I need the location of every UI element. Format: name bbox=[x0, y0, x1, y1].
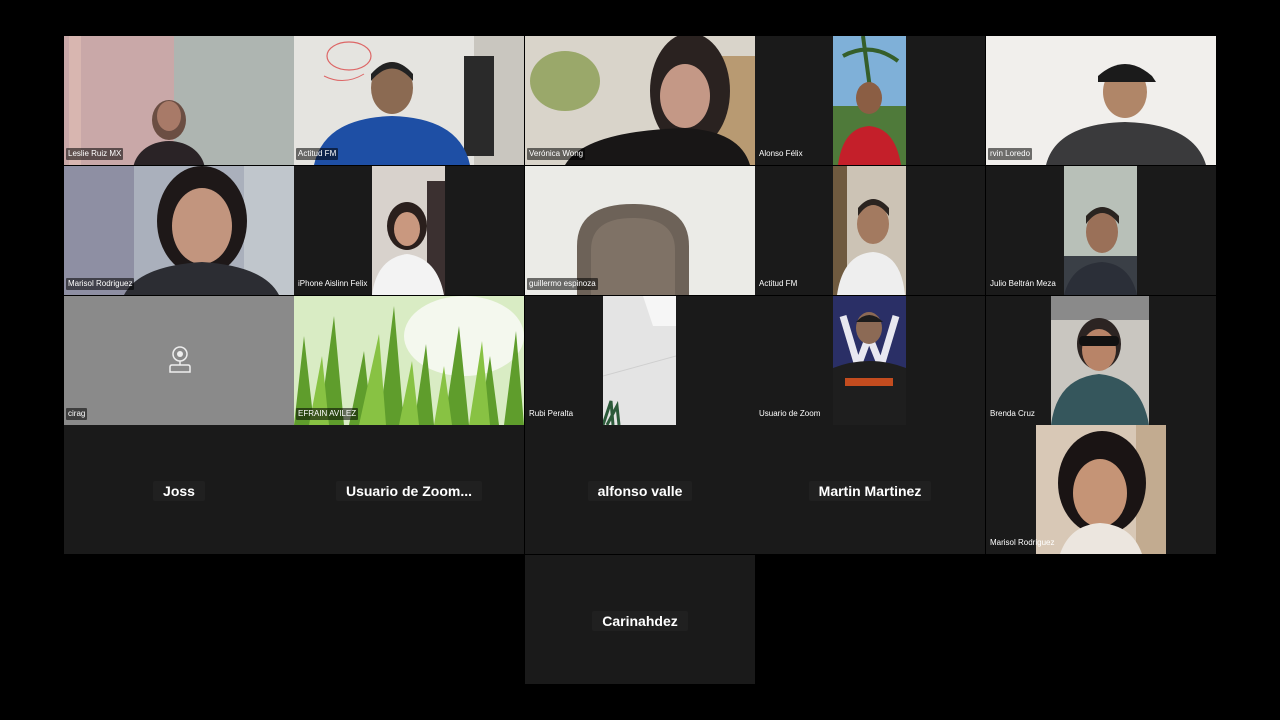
participant-name: Julio Beltrán Meza bbox=[990, 279, 1056, 288]
participant-tile[interactable]: Marisol Rodriguez bbox=[986, 425, 1216, 554]
participant-name: Usuario de Zoom bbox=[759, 409, 821, 418]
participant-name: cirag bbox=[66, 408, 88, 420]
participant-tile[interactable]: Rubi Peralta bbox=[525, 296, 755, 425]
participant-tile[interactable]: Martin Martinez bbox=[755, 425, 985, 554]
participant-video bbox=[986, 36, 1216, 165]
participant-display-name: alfonso valle bbox=[587, 481, 693, 501]
participant-name: Alonso Félix bbox=[759, 149, 803, 158]
participant-video bbox=[372, 166, 445, 295]
participant-tile[interactable]: Carinahdez bbox=[525, 555, 755, 684]
participant-name: Actitud FM bbox=[759, 279, 798, 288]
participant-name: rvin Loredo bbox=[988, 148, 1033, 160]
participant-name: Marisol Rodriguez bbox=[66, 278, 135, 290]
participant-video bbox=[525, 166, 755, 295]
participant-tile[interactable]: Usuario de Zoom... bbox=[294, 425, 524, 554]
participant-tile[interactable]: Leslie Ruiz MX bbox=[64, 36, 294, 165]
participant-video bbox=[64, 166, 294, 295]
participant-video bbox=[294, 296, 524, 425]
participant-name: EFRAIN AVILEZ bbox=[296, 408, 359, 420]
participant-video bbox=[833, 296, 906, 425]
participant-video bbox=[525, 36, 755, 165]
participant-display-name: Joss bbox=[153, 481, 205, 501]
participant-name: guillermo espinoza bbox=[527, 278, 598, 290]
participant-tile[interactable]: Marisol Rodriguez bbox=[64, 166, 294, 295]
participant-tile[interactable]: Joss bbox=[64, 425, 294, 554]
participant-tile[interactable]: Usuario de Zoom bbox=[755, 296, 985, 425]
participant-name: Marisol Rodriguez bbox=[990, 538, 1055, 547]
participant-tile[interactable]: Julio Beltrán Meza bbox=[986, 166, 1216, 295]
participant-video bbox=[294, 36, 524, 165]
participant-video bbox=[64, 36, 294, 165]
participant-name: Brenda Cruz bbox=[990, 409, 1035, 418]
participant-video bbox=[1036, 425, 1166, 554]
participant-tile[interactable]: cirag bbox=[64, 296, 294, 425]
participant-video bbox=[833, 36, 906, 165]
participant-tile[interactable]: Actitud FM bbox=[755, 166, 985, 295]
participant-display-name: Carinahdez bbox=[592, 611, 688, 631]
participant-name: Rubi Peralta bbox=[529, 409, 574, 418]
camera-off-icon bbox=[169, 346, 191, 373]
participant-video bbox=[833, 166, 906, 295]
participant-tile[interactable]: guillermo espinoza bbox=[525, 166, 755, 295]
participant-tile[interactable]: Actitud FM bbox=[294, 36, 524, 165]
participant-display-name: Martin Martinez bbox=[808, 481, 932, 501]
participant-tile[interactable]: alfonso valle bbox=[525, 425, 755, 554]
participant-video bbox=[1051, 296, 1149, 425]
participant-tile[interactable]: Alonso Félix bbox=[755, 36, 985, 165]
participant-tile[interactable]: Verónica Wong bbox=[525, 36, 755, 165]
participant-name: Actitud FM bbox=[296, 148, 339, 160]
participant-video bbox=[603, 296, 676, 425]
participant-tile[interactable]: Brenda Cruz bbox=[986, 296, 1216, 425]
participant-tile[interactable]: EFRAIN AVILEZ bbox=[294, 296, 524, 425]
participant-name: Verónica Wong bbox=[527, 148, 586, 160]
participant-display-name: Usuario de Zoom... bbox=[335, 481, 482, 501]
participant-tile[interactable]: iPhone Aislinn Felix bbox=[294, 166, 524, 295]
participant-tile[interactable]: rvin Loredo bbox=[986, 36, 1216, 165]
participant-name: Leslie Ruiz MX bbox=[66, 148, 124, 160]
participant-name: iPhone Aislinn Felix bbox=[298, 279, 368, 288]
participant-video bbox=[1064, 166, 1137, 295]
